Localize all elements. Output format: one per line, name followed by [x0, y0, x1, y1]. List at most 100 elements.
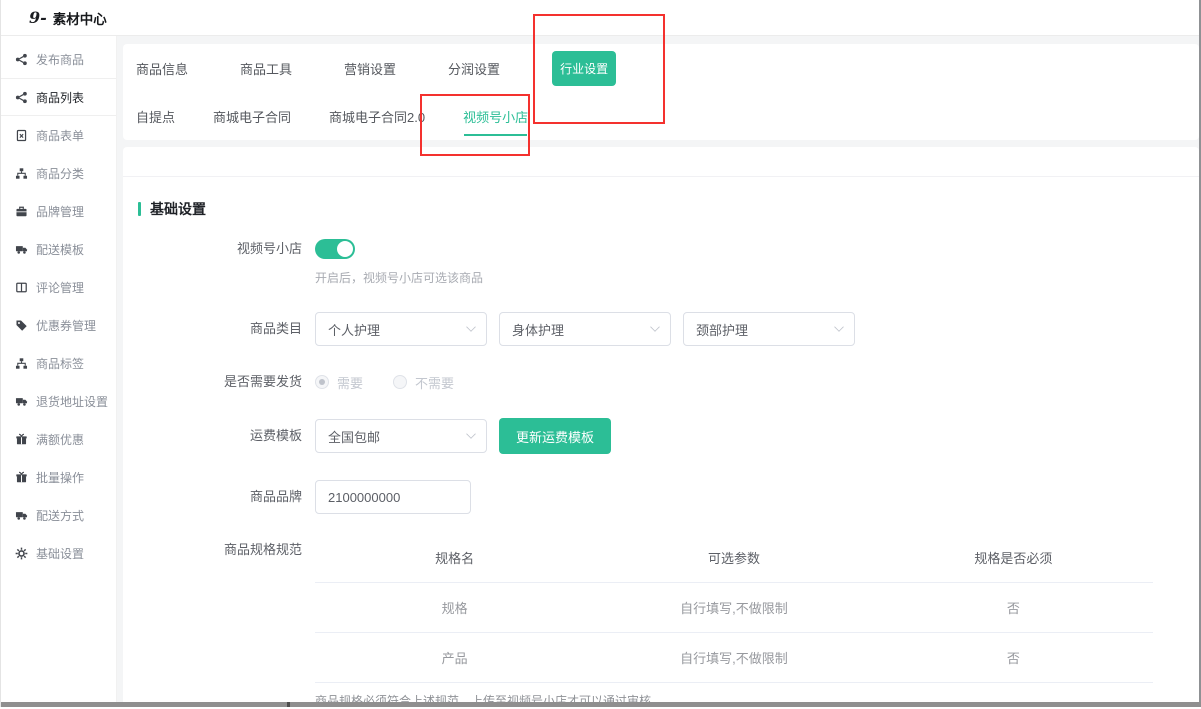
sidebar: 发布商品商品列表商品表单商品分类品牌管理配送模板评论管理优惠券管理商品标签退货地… — [1, 36, 117, 702]
update-freight-button[interactable]: 更新运费模板 — [499, 418, 611, 454]
columns-icon — [15, 281, 28, 294]
sidebar-item-label: 商品列表 — [36, 89, 84, 106]
sidebar-item-label: 满额优惠 — [36, 431, 84, 448]
spec-cell: 产品 — [315, 633, 594, 683]
sidebar-item-label: 商品表单 — [36, 127, 84, 144]
tag-icon — [15, 319, 28, 332]
section-title: 基础设置 — [138, 199, 1179, 219]
category-label: 商品类目 — [138, 312, 302, 346]
gift-icon — [15, 433, 28, 446]
category-selects: 个人护理 身体护理 颈部护理 — [315, 312, 867, 346]
horizontal-scrollbar[interactable] — [1, 702, 1201, 707]
content-card: 基础设置 视频号小店 开启后，视频号小店可选该商品 商品类目 个人 — [123, 147, 1199, 702]
chevron-down-icon — [834, 322, 844, 332]
spec-table-header-row: 规格名可选参数规格是否必须 — [315, 540, 1153, 583]
spec-header-cell: 可选参数 — [594, 540, 873, 583]
radio-circle — [393, 375, 407, 389]
form-row-need-ship: 是否需要发货 需要 不需要 — [138, 372, 1179, 392]
sidebar-item-brand-management[interactable]: 品牌管理 — [1, 192, 116, 230]
sidebar-item-delivery-template[interactable]: 配送模板 — [1, 230, 116, 268]
tab-mall-e-contract-2[interactable]: 商城电子合同2.0 — [329, 107, 425, 126]
spec-table-row: 产品自行填写,不做限制否 — [315, 633, 1153, 683]
video-shop-label: 视频号小店 — [138, 239, 302, 259]
card-header-strip — [123, 147, 1199, 177]
radio-no-need[interactable]: 不需要 — [393, 373, 454, 392]
section-title-text: 基础设置 — [150, 199, 206, 219]
gift-icon — [15, 471, 28, 484]
spec-table-body: 规格自行填写,不做限制否产品自行填写,不做限制否 — [315, 583, 1153, 683]
truck-icon — [15, 509, 28, 522]
section-accent-bar — [138, 202, 141, 216]
brand-label: 商品品牌 — [138, 480, 302, 514]
file-icon — [15, 129, 28, 142]
spec-table-row: 规格自行填写,不做限制否 — [315, 583, 1153, 633]
radio-need-label: 需要 — [337, 373, 363, 392]
select-value: 身体护理 — [512, 320, 564, 339]
sidebar-item-delivery-method[interactable]: 配送方式 — [1, 496, 116, 534]
tab-marketing-settings[interactable]: 营销设置 — [344, 59, 396, 78]
tab-mall-e-contract[interactable]: 商城电子合同 — [213, 107, 291, 126]
freight-label: 运费模板 — [138, 419, 302, 453]
tab-goods-info[interactable]: 商品信息 — [136, 59, 188, 78]
logo-icon: 9- — [29, 8, 47, 27]
sidebar-item-goods-tags[interactable]: 商品标签 — [1, 344, 116, 382]
sidebar-item-label: 评论管理 — [36, 279, 84, 296]
truck-icon — [15, 395, 28, 408]
brand-input[interactable] — [315, 480, 471, 514]
spec-cell: 否 — [874, 633, 1153, 683]
form-row-brand: 商品品牌 — [138, 480, 1179, 514]
form-row-video-shop: 视频号小店 开启后，视频号小店可选该商品 — [138, 239, 1179, 286]
sidebar-item-comment-management[interactable]: 评论管理 — [1, 268, 116, 306]
spec-cell: 规格 — [315, 583, 594, 633]
sidebar-item-label: 发布商品 — [36, 51, 84, 68]
spec-table: 规格名可选参数规格是否必须 规格自行填写,不做限制否产品自行填写,不做限制否 — [315, 540, 1153, 683]
select-value: 颈部护理 — [696, 320, 748, 339]
tab-row-secondary: 自提点 商城电子合同 商城电子合同2.0 视频号小店 — [136, 92, 1199, 140]
top-header: 9- 素材中心 — [1, 0, 1201, 36]
form-row-freight: 运费模板 全国包邮 更新运费模板 — [138, 418, 1179, 454]
tab-pickup-point[interactable]: 自提点 — [136, 107, 175, 126]
sidebar-item-goods-category[interactable]: 商品分类 — [1, 154, 116, 192]
tab-goods-tools[interactable]: 商品工具 — [240, 59, 292, 78]
sidebar-item-batch-operation[interactable]: 批量操作 — [1, 458, 116, 496]
tab-video-shop[interactable]: 视频号小店 — [463, 107, 528, 126]
tab-industry-settings[interactable]: 行业设置 — [552, 51, 616, 86]
sidebar-item-label: 配送模板 — [36, 241, 84, 258]
settings-form: 视频号小店 开启后，视频号小店可选该商品 商品类目 个人护理 身体护理 颈部护理 — [138, 239, 1179, 709]
toggle-knob — [337, 241, 353, 257]
briefcase-icon — [15, 205, 28, 218]
category-select-1[interactable]: 个人护理 — [315, 312, 487, 346]
main-area: 商品信息 商品工具 营销设置 分润设置 行业设置 自提点 商城电子合同 商城电子合同2.0 视… — [117, 36, 1199, 702]
gear-icon — [15, 547, 28, 560]
sidebar-item-label: 退货地址设置 — [36, 393, 108, 410]
sidebar-item-label: 批量操作 — [36, 469, 84, 486]
need-ship-label: 是否需要发货 — [138, 372, 302, 392]
chevron-down-icon — [466, 429, 476, 439]
tab-profit-settings[interactable]: 分润设置 — [448, 59, 500, 78]
sidebar-item-label: 商品分类 — [36, 165, 84, 182]
sidebar-item-coupon-management[interactable]: 优惠券管理 — [1, 306, 116, 344]
spec-label: 商品规格规范 — [138, 540, 302, 560]
sidebar-item-goods-form[interactable]: 商品表单 — [1, 116, 116, 154]
sidebar-item-goods-list[interactable]: 商品列表 — [1, 78, 116, 116]
truck-icon — [15, 243, 28, 256]
sidebar-item-full-discount[interactable]: 满额优惠 — [1, 420, 116, 458]
radio-need[interactable]: 需要 — [315, 373, 363, 392]
freight-select-value: 全国包邮 — [328, 427, 380, 446]
app-title: 素材中心 — [53, 8, 107, 28]
video-shop-toggle[interactable] — [315, 239, 355, 259]
category-select-2[interactable]: 身体护理 — [499, 312, 671, 346]
select-value: 个人护理 — [328, 320, 380, 339]
sidebar-item-label: 基础设置 — [36, 545, 84, 562]
tab-row-primary: 商品信息 商品工具 营销设置 分润设置 行业设置 — [136, 44, 1199, 92]
sidebar-item-basic-settings[interactable]: 基础设置 — [1, 534, 116, 572]
category-select-3[interactable]: 颈部护理 — [683, 312, 855, 346]
sidebar-item-publish-goods[interactable]: 发布商品 — [1, 40, 116, 78]
form-row-category: 商品类目 个人护理 身体护理 颈部护理 — [138, 312, 1179, 346]
sidebar-item-return-address[interactable]: 退货地址设置 — [1, 382, 116, 420]
freight-select[interactable]: 全国包邮 — [315, 419, 487, 453]
share-icon — [15, 53, 28, 66]
sitemap-icon — [15, 357, 28, 370]
spec-header-cell: 规格名 — [315, 540, 594, 583]
sitemap-icon — [15, 167, 28, 180]
